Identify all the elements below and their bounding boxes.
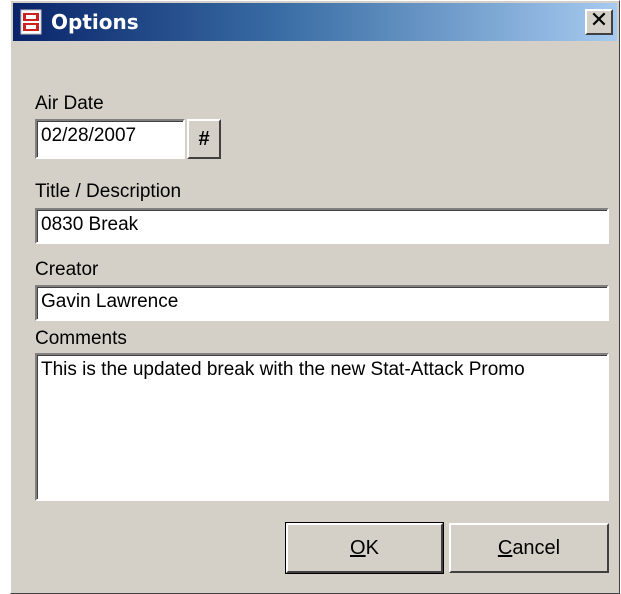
- cancel-mnemonic: C: [497, 537, 513, 559]
- comments-textarea[interactable]: This is the updated break with the new S…: [35, 353, 609, 501]
- title-description-input[interactable]: 0830 Break: [35, 208, 609, 244]
- ok-label: K: [365, 537, 379, 559]
- cancel-button[interactable]: Cancel: [449, 523, 609, 573]
- creator-input[interactable]: Gavin Lawrence: [35, 285, 609, 321]
- close-icon: ✕: [589, 8, 609, 33]
- title-bar[interactable]: Options ✕: [13, 3, 617, 41]
- app-document-icon: [20, 9, 42, 35]
- comments-label: Comments: [35, 328, 127, 349]
- title-description-label: Title / Description: [35, 181, 182, 202]
- ok-mnemonic: O: [350, 537, 366, 559]
- ok-button[interactable]: OK: [285, 522, 444, 574]
- date-picker-button[interactable]: #: [187, 119, 221, 159]
- window-title: Options: [51, 10, 139, 34]
- cancel-label: ancel: [512, 537, 561, 559]
- air-date-input[interactable]: 02/28/2007: [35, 119, 185, 159]
- air-date-label: Air Date: [35, 93, 104, 114]
- creator-label: Creator: [35, 259, 99, 280]
- close-button[interactable]: ✕: [585, 9, 613, 35]
- options-dialog: Options ✕ Air Date 02/28/2007 # Title / …: [10, 0, 620, 594]
